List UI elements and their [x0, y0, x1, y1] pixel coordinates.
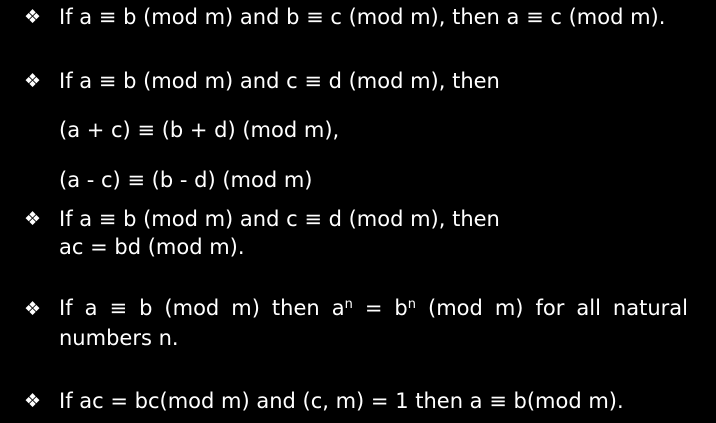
- power-term: an: [332, 298, 353, 319]
- word: all: [576, 296, 601, 320]
- property-line: (a + c) ≡ (b + d) (mod m),: [59, 118, 340, 142]
- bullet-icon: ❖: [24, 6, 42, 28]
- word: m): [231, 296, 260, 320]
- bullet-icon: ❖: [24, 208, 42, 230]
- word: =: [364, 296, 383, 320]
- word: b: [394, 296, 408, 320]
- word: m): [494, 296, 524, 320]
- word: ≡: [109, 296, 128, 320]
- bullet-icon: ❖: [24, 70, 42, 92]
- property-line: If a ≡ b (mod m) and b ≡ c (mod m), then…: [59, 5, 666, 29]
- word: then: [271, 296, 320, 320]
- word: a: [331, 296, 345, 320]
- power-term: bn: [394, 298, 416, 319]
- property-line: ac = bd (mod m).: [59, 235, 245, 259]
- exponent: n: [344, 297, 353, 312]
- property-line: If a ≡ b (mod m) and c ≡ d (mod m), then: [59, 69, 500, 93]
- word: a: [84, 296, 98, 320]
- property-line: numbers n.: [59, 326, 179, 350]
- word: (mod: [164, 296, 220, 320]
- property-line: If a ≡ b (mod m) and c ≡ d (mod m), then: [59, 207, 500, 231]
- word: b: [139, 296, 153, 320]
- property-line: If ac = bc(mod m) and (c, m) = 1 then a …: [59, 389, 624, 413]
- word: natural: [612, 296, 688, 320]
- word: (mod: [428, 296, 483, 320]
- bullet-icon: ❖: [24, 390, 42, 412]
- property-line-justified: If a ≡ b (mod m) then an = bn (mod m) fo…: [59, 298, 688, 319]
- word: If: [59, 296, 73, 320]
- word: for: [535, 296, 565, 320]
- exponent: n: [407, 297, 417, 312]
- bullet-icon: ❖: [24, 298, 42, 320]
- property-line: (a - c) ≡ (b - d) (mod m): [59, 168, 313, 192]
